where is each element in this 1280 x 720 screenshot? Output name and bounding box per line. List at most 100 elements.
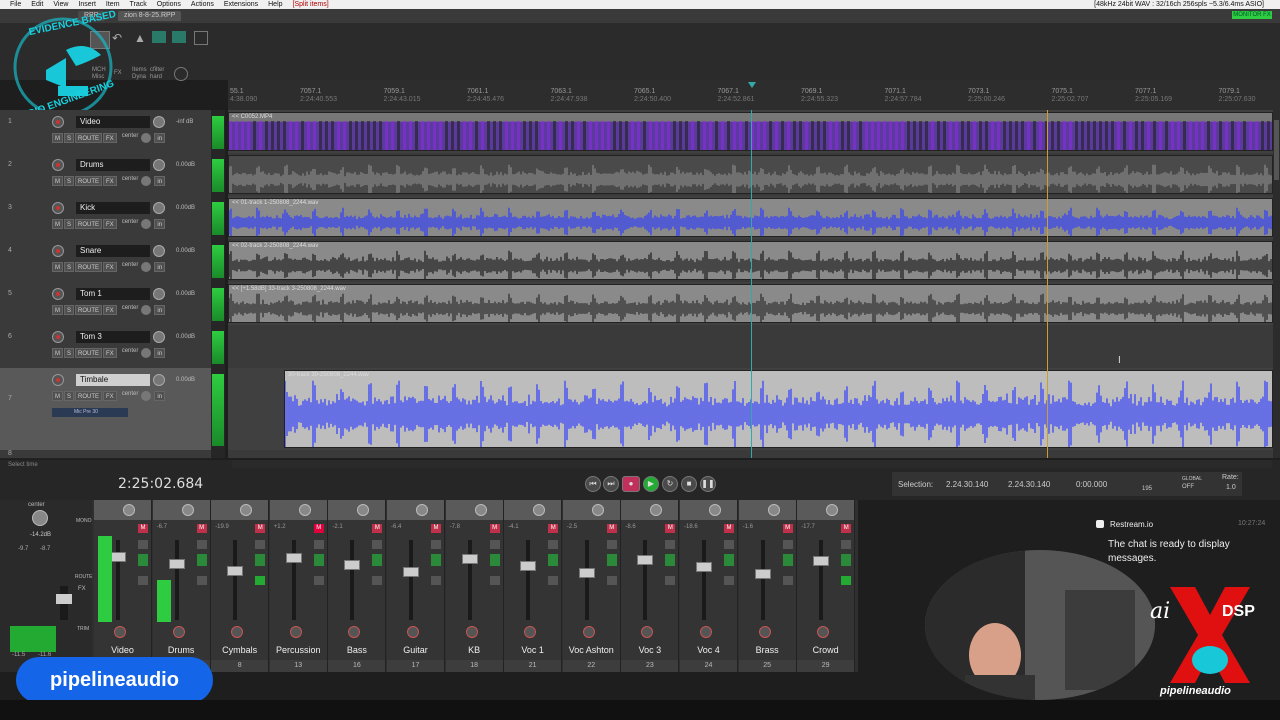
route-button[interactable]: ROUTE [75, 176, 103, 186]
toolbar-label-dyna[interactable]: Dyna [132, 74, 146, 80]
record-arm-knob[interactable] [114, 626, 126, 638]
fx-button[interactable] [372, 576, 383, 585]
record-arm-knob[interactable] [817, 626, 830, 638]
fx-button[interactable] [313, 576, 324, 585]
mute-button[interactable]: M [548, 524, 559, 533]
fader-track[interactable] [584, 540, 589, 620]
phase-icon[interactable] [313, 554, 324, 566]
menu-view[interactable]: View [53, 1, 68, 8]
input-button[interactable]: in [154, 348, 166, 358]
mute-button[interactable]: M [52, 219, 63, 229]
fader-cap[interactable] [520, 561, 537, 571]
track-header-snare[interactable]: 4 Snare 0.00dB M S ROUTE FX center in [0, 239, 213, 283]
timeline-ruler[interactable]: 55.1 4:38.090 7057.1 2:24:40.553 7059.1 2:24:… [228, 80, 1280, 111]
toolbar-label-items[interactable]: Items [132, 67, 147, 73]
fader-cap[interactable] [637, 555, 654, 565]
master-mono[interactable]: MONO [76, 518, 92, 524]
phase-icon[interactable] [782, 554, 793, 566]
phase-icon[interactable] [372, 554, 383, 566]
fx-button[interactable]: FX [103, 305, 117, 315]
route-button[interactable]: ROUTE [75, 219, 103, 229]
grid-icon[interactable] [172, 31, 186, 43]
pan-knob[interactable] [767, 504, 780, 516]
fx-button[interactable] [431, 576, 441, 585]
track-name[interactable]: Video [76, 116, 150, 128]
record-arm-knob[interactable] [348, 626, 361, 638]
phase-icon[interactable] [841, 554, 852, 566]
menu-edit[interactable]: Edit [31, 1, 43, 8]
mute-button[interactable]: M [665, 524, 676, 533]
pan-knob[interactable] [141, 219, 152, 229]
input-button[interactable]: in [154, 305, 166, 315]
mute-button[interactable]: M [313, 524, 324, 533]
volume-knob[interactable] [153, 245, 165, 257]
selection-end[interactable]: 2.24.30.140 [1008, 480, 1050, 489]
arrange-view[interactable]: 30-track 30-250808_2244.wav << [+1.58dB] … [228, 110, 1273, 458]
mute-button[interactable]: M [255, 524, 266, 533]
track-name[interactable]: Snare [76, 245, 150, 257]
fader-track[interactable] [291, 540, 296, 620]
mute-button[interactable]: M [489, 524, 500, 533]
menu-item[interactable]: Item [106, 1, 120, 8]
fx-button[interactable]: FX [103, 391, 117, 401]
fader-track[interactable] [819, 540, 824, 620]
fx-button[interactable] [255, 576, 266, 585]
solo-button[interactable] [313, 540, 324, 549]
solo-button[interactable]: S [64, 262, 75, 272]
input-button[interactable]: in [154, 176, 166, 186]
master-fader-cap[interactable] [56, 594, 72, 604]
record-arm-knob[interactable] [524, 626, 537, 638]
fx-button[interactable]: FX [103, 348, 117, 358]
record-arm-knob[interactable] [289, 626, 302, 638]
volume-knob[interactable] [153, 288, 165, 300]
record-arm-button[interactable] [52, 288, 64, 300]
fx-button[interactable] [665, 576, 676, 585]
phase-icon[interactable] [489, 554, 500, 566]
pan-knob[interactable] [591, 504, 604, 516]
mute-button[interactable]: M [52, 391, 63, 401]
fx-button[interactable] [196, 576, 207, 585]
pan-knob[interactable] [709, 504, 721, 516]
phase-icon[interactable] [431, 554, 441, 566]
ripple-icon[interactable] [152, 31, 166, 43]
solo-button[interactable]: S [64, 305, 75, 315]
toolbar-label-hard[interactable]: hard [150, 74, 162, 80]
record-arm-button[interactable] [52, 202, 64, 214]
menu-extensions[interactable]: Extensions [224, 1, 258, 8]
snap-icon[interactable] [194, 31, 208, 45]
volume-knob[interactable] [153, 202, 165, 214]
solo-button[interactable]: S [64, 133, 75, 143]
route-button[interactable]: ROUTE [75, 305, 103, 315]
clock-icon[interactable] [174, 67, 188, 81]
pan-knob[interactable] [141, 262, 152, 272]
pan-knob[interactable] [141, 348, 152, 358]
track-header-tom-3[interactable]: 6 Tom 3 0.00dB M S ROUTE FX center in [0, 325, 213, 369]
volume-knob[interactable] [153, 159, 165, 171]
mute-button[interactable]: M [431, 524, 441, 533]
mute-button[interactable]: M [841, 524, 852, 533]
record-arm-knob[interactable] [758, 626, 771, 638]
mute-button[interactable]: M [606, 524, 617, 533]
fx-button[interactable] [606, 576, 617, 585]
solo-button[interactable] [782, 540, 793, 549]
fader-track[interactable] [643, 540, 648, 620]
fx-button[interactable] [782, 576, 793, 585]
phase-icon[interactable] [606, 554, 617, 566]
record-arm-button[interactable] [52, 374, 64, 386]
record-arm-button[interactable] [52, 331, 64, 343]
master-pan-knob[interactable] [32, 510, 48, 526]
monitor-fx-button[interactable]: MONITOR FX [1232, 11, 1272, 19]
repeat-button[interactable]: ↻ [662, 476, 678, 492]
input-button[interactable]: in [154, 262, 166, 272]
record-arm-knob[interactable] [172, 626, 185, 638]
track-name[interactable]: Tom 3 [76, 331, 150, 343]
playhead-marker[interactable] [748, 82, 756, 88]
input-button[interactable]: in [154, 219, 166, 229]
mute-button[interactable]: M [724, 524, 734, 533]
fader-cap[interactable] [110, 552, 126, 562]
track-header-video[interactable]: 1 Video -inf dB M S ROUTE FX center in [0, 110, 213, 154]
solo-button[interactable]: S [64, 176, 75, 186]
record-arm-button[interactable] [52, 116, 64, 128]
media-item[interactable]: 30-track 30-250808_2244.wav [284, 370, 1273, 448]
track-header-drums[interactable]: 2 Drums 0.00dB M S ROUTE FX center in [0, 153, 213, 197]
